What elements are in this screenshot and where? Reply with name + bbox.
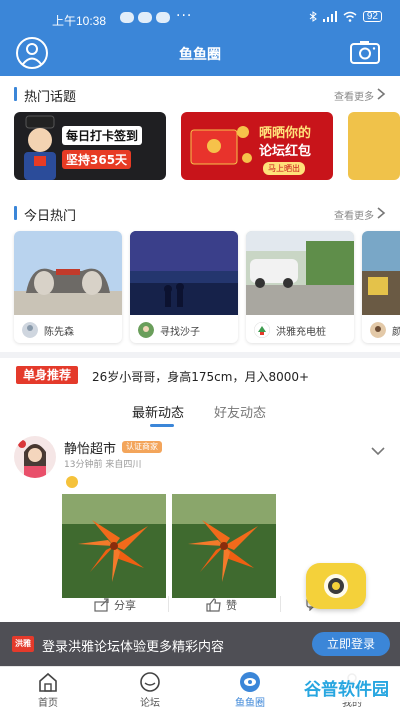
status-time: 上午10:38: [52, 14, 107, 28]
user-avatar: [254, 322, 270, 338]
like-label: 赞: [226, 599, 237, 612]
section-accent-bar: [14, 206, 17, 220]
app-screen: 上午10:38 ··· 92 鱼鱼圈 热门话题 查看更多 每日打卡签到 坚持36…: [0, 0, 400, 710]
feed-tabs: 最新动态 好友动态: [0, 400, 400, 428]
post-image[interactable]: [62, 494, 166, 598]
hot-card[interactable]: 陈先森: [14, 231, 122, 343]
see-more-link[interactable]: 查看更多: [334, 207, 374, 222]
tab-latest[interactable]: 最新动态: [132, 402, 184, 421]
chevron-right-icon[interactable]: [376, 206, 386, 220]
checkin-banner[interactable]: 每日打卡签到 坚持365天: [14, 112, 166, 180]
red-envelope-image: [190, 126, 252, 165]
landmark-photo: [14, 231, 122, 315]
chevron-right-icon[interactable]: [376, 87, 386, 101]
tab-friends[interactable]: 好友动态: [214, 402, 266, 421]
tab-label: 论坛: [140, 698, 160, 709]
user-avatar: [138, 322, 154, 338]
forum-logo: 洪雅: [12, 636, 34, 652]
fish-circle-icon: [240, 672, 260, 692]
verified-merchant-badge: 认证商家: [122, 441, 162, 453]
like-button[interactable]: 赞: [206, 597, 237, 613]
user-avatar: [22, 322, 38, 338]
home-icon: [39, 672, 57, 692]
wechat-icon: [156, 12, 170, 23]
banner-cta[interactable]: 马上晒出: [263, 162, 305, 175]
see-more-link[interactable]: 查看更多: [334, 88, 374, 103]
card-username: 颜: [392, 327, 400, 338]
page-title: 鱼鱼圈: [179, 47, 221, 63]
share-label: 分享: [114, 599, 136, 612]
login-button[interactable]: 立即登录: [312, 632, 390, 656]
status-indicators: 92: [309, 11, 382, 22]
tab-home[interactable]: 首页: [18, 671, 78, 709]
post-author[interactable]: 静怡超市: [64, 438, 116, 457]
night-sea-photo: [130, 231, 238, 315]
active-tab-indicator: [150, 424, 174, 427]
tab-fish-circle[interactable]: 鱼鱼圈: [220, 671, 280, 709]
banner-line-2: 论坛红包: [259, 144, 312, 159]
tab-label: 鱼鱼圈: [235, 698, 265, 709]
forum-icon: [140, 672, 160, 692]
section-title: 热门话题: [24, 90, 77, 105]
hot-card[interactable]: 寻找沙子: [130, 231, 238, 343]
login-prompt-bar: 洪雅 登录洪雅论坛体验更多精彩内容 立即登录: [0, 622, 400, 666]
more-notifications: ···: [176, 8, 193, 24]
wechat-icon: [138, 12, 152, 23]
bluetooth-icon: [309, 11, 317, 22]
watermark-text: 谷普软件园: [304, 680, 389, 700]
thumbs-up-icon: [206, 598, 221, 612]
hot-card[interactable]: 洪雅充电桩: [246, 231, 354, 343]
login-prompt-text: 登录洪雅论坛体验更多精彩内容: [42, 640, 225, 655]
wifi-icon: [343, 11, 357, 22]
avatar-image: [14, 436, 56, 478]
user-avatar: [370, 322, 386, 338]
hot-topics-header: 热门话题 查看更多: [0, 82, 400, 106]
banner-line-1: 晒晒你的: [259, 126, 312, 141]
section-divider: [0, 352, 400, 358]
tab-forum[interactable]: 论坛: [120, 671, 180, 709]
red-packet-banner[interactable]: 晒晒你的 论坛红包 马上晒出: [181, 112, 333, 180]
clap-emoji-icon: [66, 476, 78, 488]
section-accent-bar: [14, 87, 17, 101]
post-meta: 13分钟前 来自四川: [64, 460, 142, 470]
floating-action-button[interactable]: [306, 563, 366, 609]
today-hot-header: 今日热门 查看更多: [0, 201, 400, 225]
card-username: 陈先森: [44, 327, 74, 338]
banner-line-1: 每日打卡签到: [62, 126, 143, 145]
hot-card[interactable]: 颜: [362, 231, 400, 343]
card-username: 寻找沙子: [160, 327, 200, 338]
cartoon-official-image: [24, 115, 56, 180]
share-icon: [94, 598, 109, 612]
partial-banner[interactable]: [348, 112, 400, 180]
tab-label: 首页: [38, 698, 58, 709]
post-avatar[interactable]: [14, 436, 56, 478]
card-username: 洪雅充电桩: [276, 327, 326, 338]
action-divider: [280, 596, 281, 612]
camera-icon: [350, 41, 380, 64]
battery-indicator: 92: [362, 11, 382, 22]
chevron-down-icon[interactable]: [370, 446, 386, 456]
market-photo: [362, 231, 400, 315]
header-bar: 上午10:38 ··· 92 鱼鱼圈: [0, 0, 400, 76]
section-title: 今日热门: [24, 209, 77, 224]
share-button[interactable]: 分享: [94, 597, 136, 613]
lily-photo: [62, 494, 166, 598]
banner-line-2: 坚持365天: [62, 150, 132, 169]
camera-button[interactable]: [350, 40, 380, 64]
action-divider: [168, 596, 169, 612]
singles-badge: 单身推荐: [16, 366, 79, 384]
post-image[interactable]: [172, 494, 276, 598]
lily-photo: [172, 494, 276, 598]
fish-eye-icon: [324, 574, 348, 598]
status-bar: 上午10:38 ··· 92: [0, 0, 400, 34]
wechat-icon: [120, 12, 134, 23]
street-photo: [246, 231, 354, 315]
singles-recommend-row[interactable]: 单身推荐 26岁小哥哥，身高175cm，月入8000+: [0, 366, 400, 386]
signal-icon: [322, 11, 337, 22]
site-watermark: 谷普软件园: [300, 672, 396, 702]
singles-text: 26岁小哥哥，身高175cm，月入8000+: [92, 370, 310, 384]
